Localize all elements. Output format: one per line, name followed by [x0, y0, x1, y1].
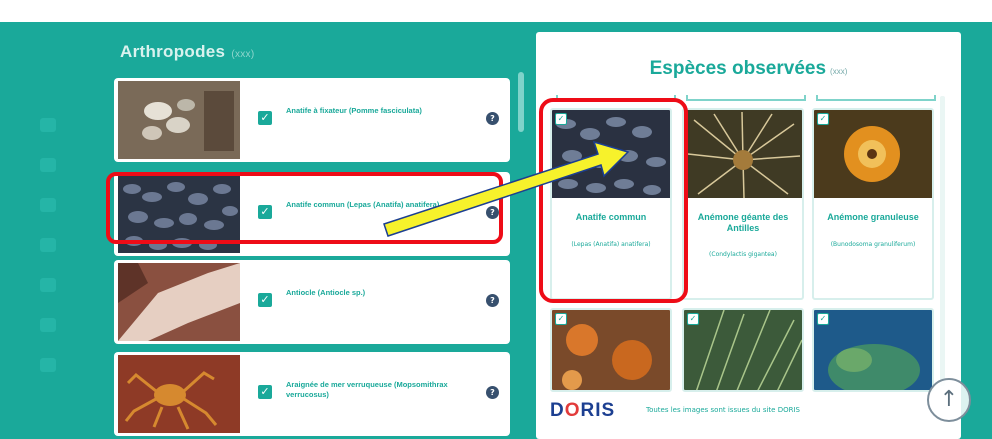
pointer-arrow — [383, 140, 630, 237]
app-background: Arthropodes (xxx) ✓ Anatife à fixateur (P… — [0, 0, 992, 439]
